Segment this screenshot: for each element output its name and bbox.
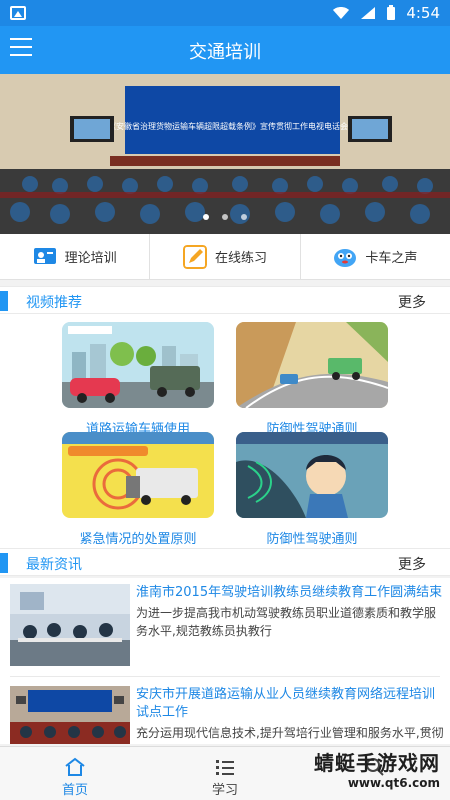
status-right: 4:54 <box>332 4 440 22</box>
carousel-dot[interactable] <box>222 214 228 220</box>
tab-label: 首页 <box>61 783 88 798</box>
edit-icon <box>182 244 207 269</box>
section-accent-bar <box>0 291 8 311</box>
signal-icon <box>361 7 376 19</box>
quick-actions: 理论培训 在线练习 卡车之声 <box>0 234 450 280</box>
banner-carousel[interactable]: 《安徽省治理货物运输车辆超限超载条例》宣传贯彻工作电视电话会议 <box>0 74 450 234</box>
quick-action-label: 卡车之声 <box>365 251 418 266</box>
tab-label: 学习 <box>211 783 238 798</box>
videos-section-title: 视频推荐 <box>26 295 82 311</box>
news-headline: 安庆市开展道路运输从业人员继续教育网络远程培训试点工作 <box>136 687 436 720</box>
carousel-dot[interactable] <box>202 214 209 220</box>
carousel-dots <box>0 205 450 224</box>
quick-action-practice[interactable]: 在线练习 <box>150 234 301 279</box>
app-title: 交通培训 <box>189 42 261 63</box>
watermark-title: 蜻蜓手游戏网 <box>314 751 440 775</box>
video-thumbnail <box>236 322 389 409</box>
lecture-icon <box>33 247 56 264</box>
videos-grid: 道路运输车辆使用 防御性驾驶通则 紧急情况的处置原则 防御性驾驶通则 <box>0 314 450 548</box>
news-more-link[interactable]: 更多 <box>398 554 426 574</box>
news-description: 为进一步提高我市机动驾驶教练员职业道德素质和教学服务水平,规范教练员执教行 <box>136 606 437 638</box>
tab-home[interactable]: 首页 <box>0 747 150 800</box>
news-divider <box>10 676 440 677</box>
tab-study[interactable]: 学习 <box>150 747 300 800</box>
news-description: 充分运用现代信息技术,提升驾培行业管理和服务水平,贯彻落实《道路运输从业人员继续 <box>136 726 444 740</box>
videos-section-header: 视频推荐 更多 <box>0 286 450 314</box>
watermark-url: www.qt6.com <box>347 776 440 790</box>
app-bar: 交通培训 <box>0 26 450 74</box>
video-card[interactable]: 防御性驾驶通则 <box>236 322 389 437</box>
news-section-title: 最新资讯 <box>26 557 82 573</box>
quick-action-voice[interactable]: 卡车之声 <box>301 234 450 279</box>
mascot-icon <box>334 248 357 267</box>
video-card[interactable]: 紧急情况的处置原则 <box>62 432 214 547</box>
status-time: 4:54 <box>406 4 440 22</box>
quick-action-label: 理论培训 <box>64 251 117 266</box>
home-icon <box>65 757 85 776</box>
news-list: 淮南市2015年驾驶培训教练员继续教育工作圆满结束 为进一步提高我市机动驾驶教练… <box>0 578 450 744</box>
video-card[interactable]: 防御性驾驶通则 <box>236 432 388 547</box>
video-caption: 防御性驾驶通则 <box>266 532 358 547</box>
videos-more-link[interactable]: 更多 <box>398 292 426 312</box>
banner-caption: 《安徽省治理货物运输车辆超限超载条例》宣传贯彻工作电视电话会议 <box>108 121 356 131</box>
video-thumbnail <box>62 322 214 408</box>
news-item[interactable]: 淮南市2015年驾驶培训教练员继续教育工作圆满结束 为进一步提高我市机动驾驶教练… <box>10 584 446 666</box>
news-section-header: 最新资讯 更多 <box>0 548 450 576</box>
carousel-dot[interactable] <box>241 214 248 220</box>
list-icon <box>216 760 234 775</box>
quick-action-theory[interactable]: 理论培训 <box>0 234 151 279</box>
news-headline: 淮南市2015年驾驶培训教练员继续教育工作圆满结束 <box>136 585 443 600</box>
status-bar: 4:54 <box>0 0 450 26</box>
watermark: 蜻蜓手游戏网 www.qt6.com <box>314 747 440 790</box>
battery-icon <box>387 5 396 20</box>
video-thumbnail <box>236 432 388 518</box>
news-item[interactable]: 安庆市开展道路运输从业人员继续教育网络远程培训试点工作 充分运用现代信息技术,提… <box>10 686 446 744</box>
video-card[interactable]: 道路运输车辆使用 <box>62 322 214 437</box>
video-caption: 紧急情况的处置原则 <box>79 532 197 547</box>
section-accent-bar <box>0 553 8 573</box>
news-thumbnail <box>10 686 130 744</box>
video-thumbnail <box>62 432 214 518</box>
image-icon <box>10 6 26 20</box>
quick-action-label: 在线练习 <box>214 251 267 266</box>
news-thumbnail <box>10 584 130 666</box>
wifi-icon <box>333 7 350 19</box>
